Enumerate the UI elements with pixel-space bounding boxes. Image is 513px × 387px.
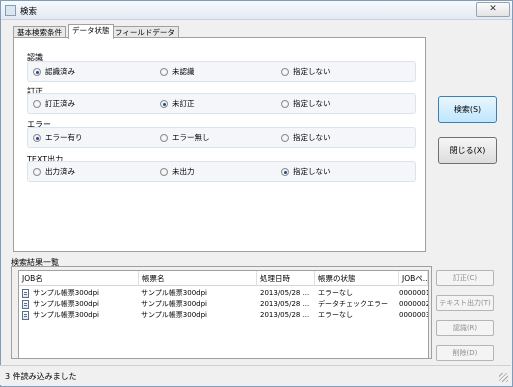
group-recognition: 認識済み 未認識 指定しない	[27, 61, 416, 82]
column-header-form-status[interactable]: 帳票の状態	[315, 271, 399, 286]
cell-form-status: データチェックエラー	[318, 300, 388, 308]
window-icon	[5, 5, 16, 16]
radio-dot	[33, 100, 41, 108]
cell-job-page: 0000001	[399, 289, 428, 297]
title-bar: 検索 ✕	[1, 1, 512, 20]
recognize-button[interactable]: 認識(R)	[436, 320, 494, 336]
cell-job-name: サンプル帳票300dpi	[33, 300, 99, 308]
column-header-job-page[interactable]: JOBペ...	[399, 271, 428, 286]
cell-processed-at: 2013/05/28 ...	[260, 311, 310, 319]
column-header-form-name[interactable]: 帳票名	[139, 271, 257, 286]
group-error: エラー有り エラー無し 指定しない	[27, 127, 416, 148]
text-export-button[interactable]: テキスト出力(T)	[436, 295, 494, 311]
cell-form-name: サンプル帳票300dpi	[141, 289, 207, 297]
cell-job-page: 0000003	[399, 311, 428, 319]
group-text-output: 出力済み 未出力 指定しない	[27, 161, 416, 182]
table-row[interactable]: サンプル帳票300dpi サンプル帳票300dpi 2013/05/28 ...…	[19, 288, 428, 299]
cell-form-status: エラーなし	[318, 289, 353, 297]
radio-dot	[281, 100, 289, 108]
column-header-processed-at[interactable]: 処理日時	[257, 271, 315, 286]
radio-dot	[281, 134, 289, 142]
document-icon	[22, 300, 29, 309]
window-title: 検索	[20, 7, 38, 17]
list-header: JOB名 帳票名 処理日時 帳票の状態 JOBペ...	[19, 271, 428, 286]
correct-button[interactable]: 訂正(C)	[436, 270, 494, 286]
cell-processed-at: 2013/05/28 ...	[260, 300, 310, 308]
close-button[interactable]: 閉じる(X)	[438, 137, 497, 164]
search-button[interactable]: 検索(S)	[438, 96, 497, 123]
data-status-panel: 認識 認識済み 未認識 指定しない 訂正 訂正済み 未訂正 指定しない エラー …	[13, 37, 426, 252]
document-icon	[22, 289, 29, 298]
cell-job-page: 0000002	[399, 300, 428, 308]
close-window-button[interactable]: ✕	[476, 2, 510, 17]
status-bar: 3 件読み込みました	[0, 365, 511, 385]
radio-dot	[160, 168, 168, 176]
radio-dot	[33, 134, 41, 142]
cell-form-status: エラーなし	[318, 311, 353, 319]
table-row[interactable]: サンプル帳票300dpi サンプル帳票300dpi 2013/05/28 ...…	[19, 310, 428, 321]
cell-form-name: サンプル帳票300dpi	[141, 311, 207, 319]
radio-dot	[160, 68, 168, 76]
group-correction: 訂正済み 未訂正 指定しない	[27, 93, 416, 114]
cell-processed-at: 2013/05/28 ...	[260, 289, 310, 297]
radio-dot	[160, 100, 168, 108]
radio-dot	[33, 68, 41, 76]
cell-job-name: サンプル帳票300dpi	[33, 289, 99, 297]
radio-dot	[160, 134, 168, 142]
radio-dot	[33, 168, 41, 176]
document-icon	[22, 311, 29, 320]
cell-job-name: サンプル帳票300dpi	[33, 311, 99, 319]
results-list[interactable]: JOB名 帳票名 処理日時 帳票の状態 JOBペ... サンプル帳票300dpi…	[18, 270, 429, 359]
resize-grip-icon[interactable]	[499, 373, 508, 382]
delete-button[interactable]: 削除(D)	[436, 345, 494, 361]
radio-dot	[281, 168, 289, 176]
tab-data-status[interactable]: データ状態	[68, 24, 114, 39]
cell-form-name: サンプル帳票300dpi	[141, 300, 207, 308]
radio-dot	[281, 68, 289, 76]
table-row[interactable]: サンプル帳票300dpi サンプル帳票300dpi 2013/05/28 ...…	[19, 299, 428, 310]
status-text: 3 件読み込みました	[5, 372, 77, 381]
column-header-job-name[interactable]: JOB名	[19, 271, 139, 286]
